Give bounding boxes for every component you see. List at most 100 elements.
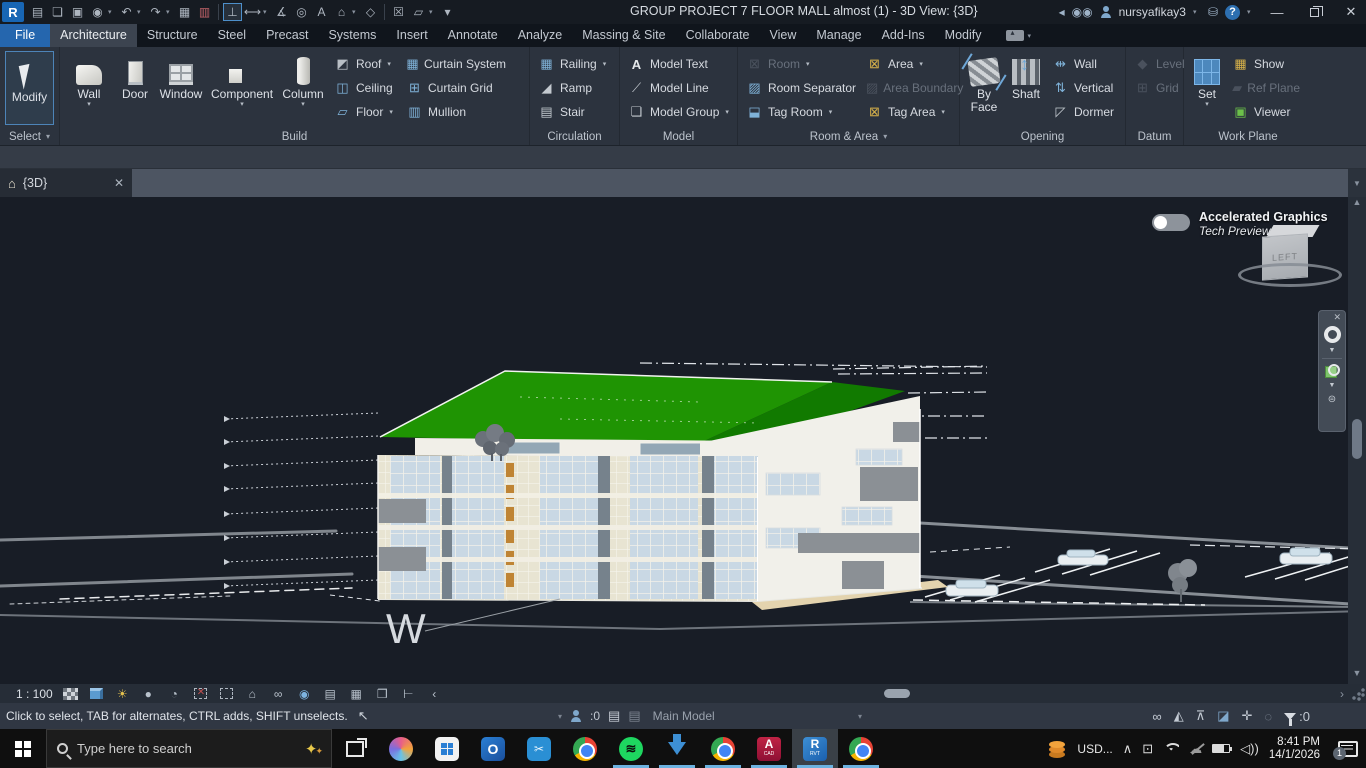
measure-icon[interactable]: ⟷: [243, 3, 262, 21]
show-work-plane-button[interactable]: ▦Show: [1227, 52, 1305, 76]
dormer-opening-button[interactable]: ◸Dormer: [1047, 100, 1119, 124]
taskbar-autocad[interactable]: ACAD: [746, 729, 792, 768]
save-icon[interactable]: ▣: [68, 3, 87, 21]
battery-icon[interactable]: [1212, 744, 1230, 753]
vertical-opening-button[interactable]: ⇅Vertical: [1047, 76, 1119, 100]
status-chevron-icon[interactable]: ▾: [558, 712, 562, 721]
volume-icon[interactable]: ◁)): [1240, 741, 1259, 757]
door-button[interactable]: Door: [115, 49, 155, 129]
taskbar-chrome-1[interactable]: [562, 729, 608, 768]
meet-now-icon[interactable]: ⊡: [1142, 741, 1153, 757]
help-caret[interactable]: ▾: [1247, 8, 1255, 16]
curtain-system-button[interactable]: ▦Curtain System: [401, 52, 511, 76]
active-design-option[interactable]: Main Model: [649, 709, 715, 723]
tag-room-button[interactable]: ⬓Tag Room▾: [741, 100, 861, 124]
undo-caret[interactable]: ▾: [137, 8, 145, 16]
design-options-icon[interactable]: ▤: [628, 708, 640, 724]
window-button[interactable]: Window: [155, 49, 207, 129]
start-button[interactable]: [0, 729, 46, 768]
steering-wheel-caret[interactable]: ▼: [1329, 347, 1336, 354]
tab-modify[interactable]: Modify: [935, 24, 992, 47]
tab-file[interactable]: File: [0, 24, 50, 47]
render-icon[interactable]: ◇: [361, 3, 380, 21]
ceiling-button[interactable]: ◫Ceiling: [329, 76, 401, 100]
scroll-up-arrow[interactable]: ▲: [1353, 197, 1362, 211]
show-rendering-dialog-icon[interactable]: ◔: [166, 686, 183, 701]
editing-requests-count[interactable]: :0: [590, 709, 600, 723]
temporary-hide-isolate-icon[interactable]: ∞: [270, 686, 287, 701]
ribbon-display-toggle[interactable]: ▾: [1006, 24, 1036, 47]
sync-caret[interactable]: ▾: [108, 8, 116, 16]
sync-icon[interactable]: ◉: [88, 3, 107, 21]
undo-icon[interactable]: ↶: [117, 3, 136, 21]
navbar-menu-icon[interactable]: ⊜: [1328, 394, 1336, 405]
taskbar-downloads[interactable]: [654, 729, 700, 768]
resize-grip[interactable]: [1350, 686, 1366, 702]
select-underlay-elements-icon[interactable]: ◭: [1174, 708, 1184, 724]
show-crop-region-icon[interactable]: [218, 686, 235, 701]
view-tab-3d[interactable]: ⌂ {3D} ✕: [0, 169, 132, 197]
user-menu-caret[interactable]: ▾: [1193, 8, 1201, 16]
curtain-grid-button[interactable]: ⊞Curtain Grid: [401, 76, 511, 100]
column-button[interactable]: Column▾: [277, 49, 329, 129]
tab-architecture[interactable]: Architecture: [50, 24, 137, 47]
set-work-plane-button[interactable]: Set▾: [1187, 49, 1227, 129]
west-elevation-label[interactable]: W: [386, 605, 426, 653]
search-help-icon[interactable]: ◉◉: [1072, 5, 1093, 19]
tab-systems[interactable]: Systems: [318, 24, 386, 47]
open-icon[interactable]: ❏: [48, 3, 67, 21]
tab-add-ins[interactable]: Add-Ins: [872, 24, 935, 47]
file-tab-icon[interactable]: ▤: [28, 3, 47, 21]
onedrive-paused-icon[interactable]: ☁: [1189, 741, 1202, 757]
drag-elements-icon[interactable]: ✛: [1242, 708, 1253, 724]
default-3d-view-icon[interactable]: ⌂: [332, 3, 351, 21]
print-icon[interactable]: ▦: [175, 3, 194, 21]
wifi-icon[interactable]: [1163, 743, 1179, 755]
viewcube-compass-ring[interactable]: [1238, 263, 1342, 287]
tag-by-category-icon[interactable]: ◎: [292, 3, 311, 21]
signed-in-user[interactable]: nursyafikay3: [1119, 5, 1186, 19]
view-tab-close-icon[interactable]: ✕: [114, 176, 124, 190]
editing-requests-icon[interactable]: [570, 710, 582, 722]
switch-windows-icon[interactable]: ▱: [409, 3, 428, 21]
panel-label-select[interactable]: Select▾: [0, 128, 59, 145]
measure-caret[interactable]: ▾: [263, 8, 271, 16]
reveal-hidden-elements-icon[interactable]: ◉: [296, 686, 313, 701]
redo-icon[interactable]: ↷: [146, 3, 165, 21]
select-pinned-elements-icon[interactable]: ⊼: [1196, 708, 1206, 724]
wall-button[interactable]: Wall▾: [63, 49, 115, 129]
tab-analyze[interactable]: Analyze: [508, 24, 572, 47]
zoom-tool-caret[interactable]: ▼: [1329, 382, 1336, 389]
room-separator-button[interactable]: ▨Room Separator: [741, 76, 861, 100]
tab-insert[interactable]: Insert: [386, 24, 437, 47]
visual-style-icon[interactable]: [88, 686, 105, 701]
navbar-close-icon[interactable]: ✕: [1329, 311, 1345, 324]
aligned-dimension-icon[interactable]: ∡: [272, 3, 291, 21]
app-store-cart-icon[interactable]: ⛁: [1208, 5, 1218, 19]
help-icon[interactable]: ?: [1225, 5, 1240, 20]
mullion-button[interactable]: ▥Mullion: [401, 100, 511, 124]
tab-structure[interactable]: Structure: [137, 24, 208, 47]
worksets-icon[interactable]: ▤: [608, 708, 620, 724]
horizontal-scroll-thumb[interactable]: [884, 689, 910, 698]
shadows-icon[interactable]: ●: [140, 686, 157, 701]
component-button[interactable]: Component▾: [207, 49, 277, 129]
view-tab-scroll-corner[interactable]: ▼: [1348, 169, 1366, 197]
opening-by-face-button[interactable]: By Face: [963, 49, 1005, 129]
background-processes-icon[interactable]: ◌: [1264, 709, 1272, 724]
model-line-button[interactable]: ⟋Model Line: [623, 76, 734, 100]
roof-button[interactable]: ◩Roof▾: [329, 52, 401, 76]
collapse-arrow-icon[interactable]: ◂: [1059, 5, 1065, 19]
sun-path-icon[interactable]: ☀: [114, 686, 131, 701]
select-links-icon[interactable]: ∞: [1152, 709, 1161, 724]
detail-level-icon[interactable]: [62, 686, 79, 701]
taskbar-copilot[interactable]: [378, 729, 424, 768]
vertical-scrollbar[interactable]: ▲ ▼: [1348, 197, 1366, 684]
taskbar-revit-active[interactable]: RRVT: [792, 729, 838, 768]
taskbar-search[interactable]: Type here to search ✦✦: [46, 729, 332, 768]
taskbar-chrome-2[interactable]: [700, 729, 746, 768]
tab-precast[interactable]: Precast: [256, 24, 318, 47]
model-group-button[interactable]: ❏Model Group▾: [623, 100, 734, 124]
select-elements-by-face-icon[interactable]: ◪: [1217, 708, 1229, 724]
taskbar-spotify[interactable]: ≋: [608, 729, 654, 768]
